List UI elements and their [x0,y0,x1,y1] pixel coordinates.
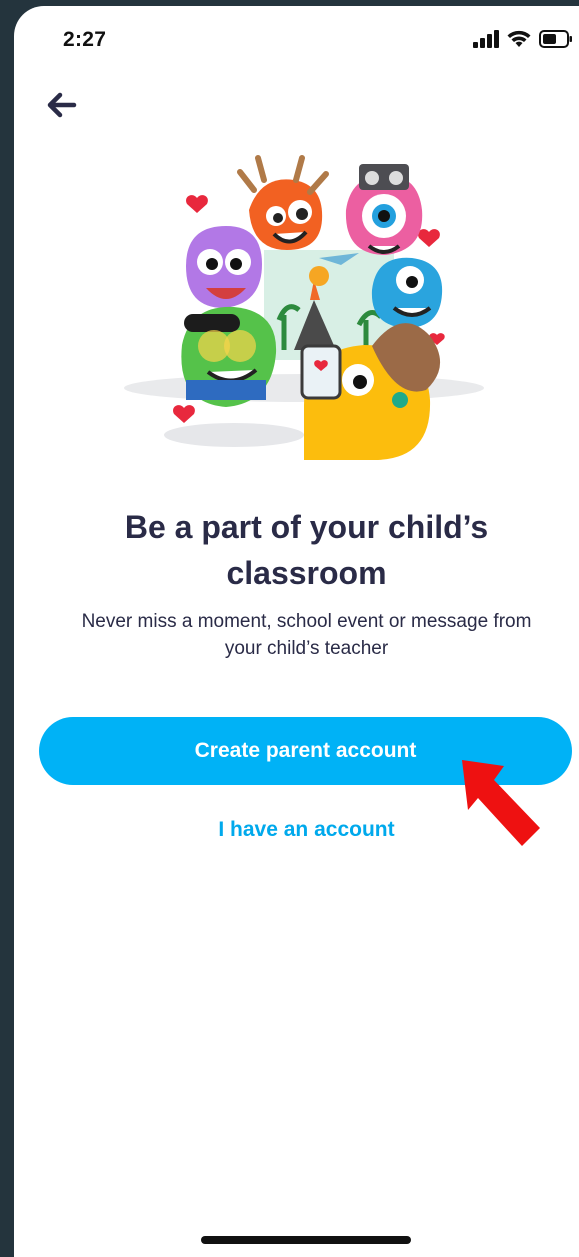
status-bar: 2:27 [14,6,579,76]
back-arrow-icon [47,92,77,118]
page-title: Be a part of your child’s classroom [34,504,579,596]
create-parent-account-button[interactable]: Create parent account [39,717,572,785]
app-screen: 2:27 Be a part of your child’s classroom… [14,6,579,1257]
back-button[interactable] [38,82,84,128]
page-subtitle: Never miss a moment, school event or mes… [34,608,579,662]
page-subtitle-line-2: your child’s teacher [224,638,389,659]
status-icons [473,30,573,48]
wifi-icon [507,30,531,47]
home-indicator [201,1236,411,1244]
classdojo-monsters-illustration [124,155,484,460]
page-subtitle-line-1: Never miss a moment, school event or mes… [81,611,532,632]
page-title-line-2: classroom [226,555,387,591]
cellular-signal-icon [473,30,499,48]
device-frame: 2:27 Be a part of your child’s classroom… [0,0,579,1257]
status-time: 2:27 [63,28,107,51]
page-title-line-1: Be a part of your child’s [124,509,489,545]
i-have-an-account-link[interactable]: I have an account [34,818,579,842]
battery-icon [539,30,572,48]
